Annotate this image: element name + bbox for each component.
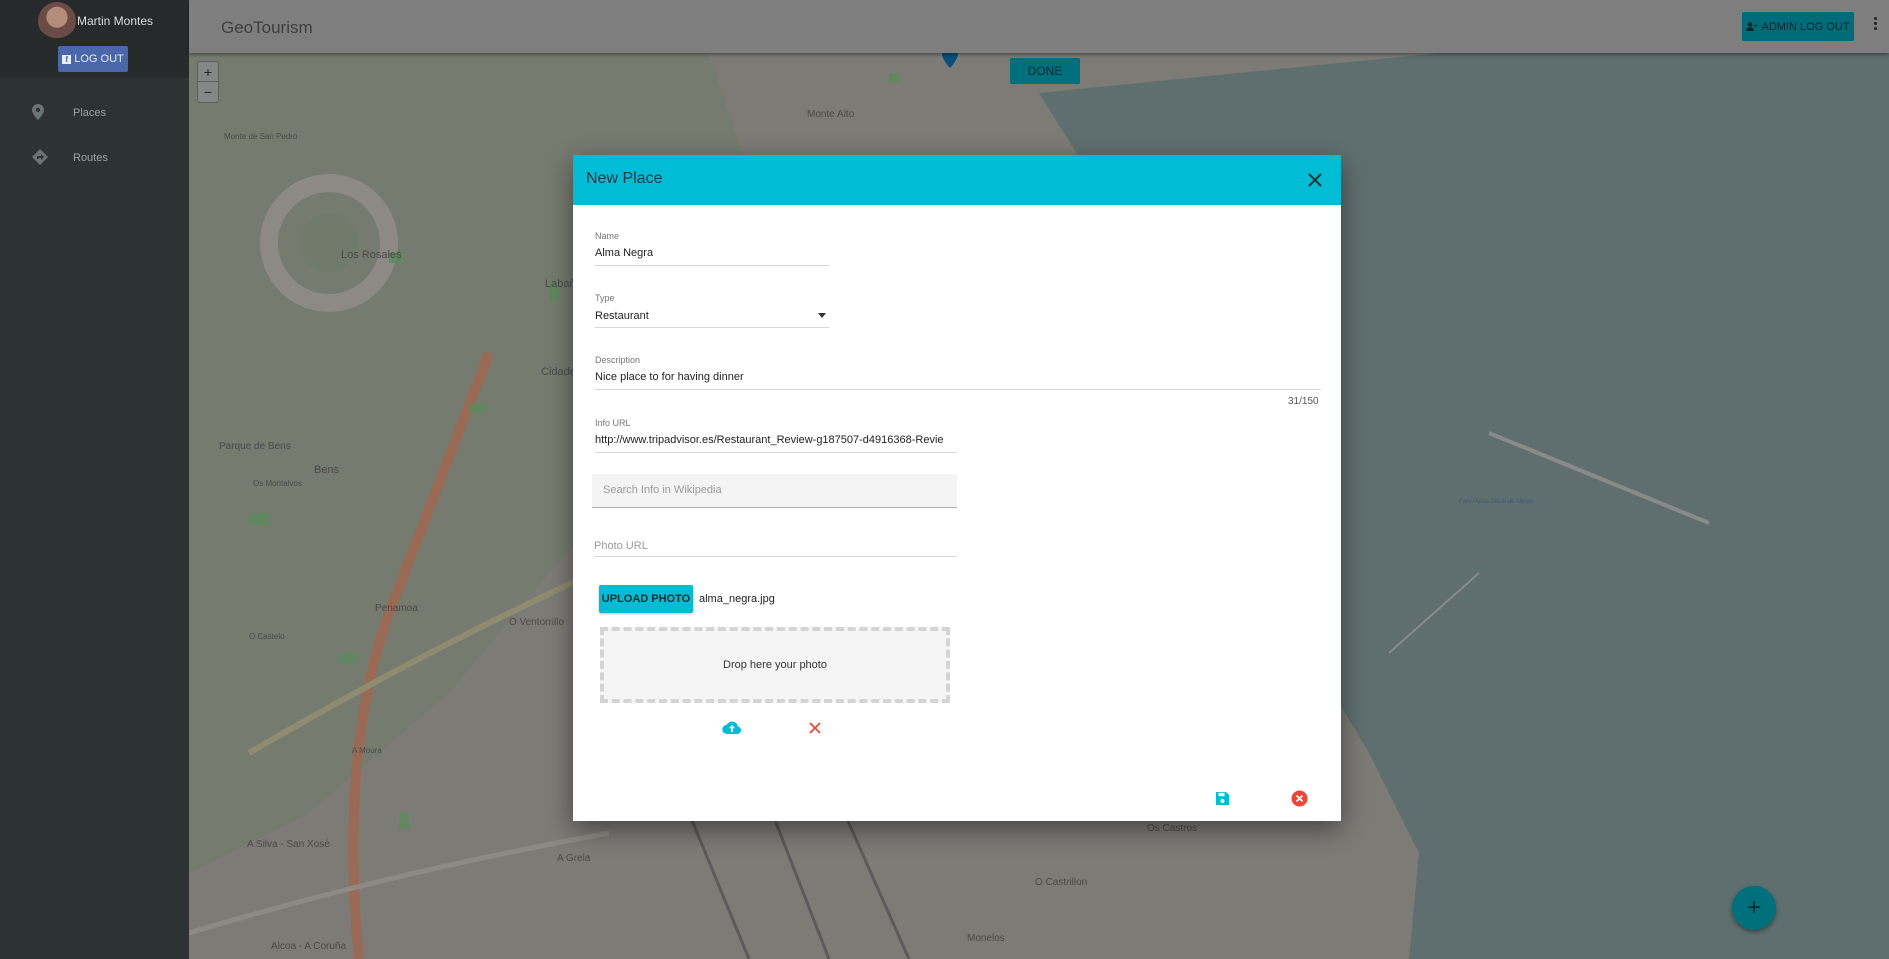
user-name: Martin Montes — [77, 14, 154, 28]
more-vert-icon[interactable] — [1871, 15, 1879, 39]
map-label: Monte de San Pedro — [224, 132, 298, 141]
map-label: A Silva - San Xosé — [247, 839, 330, 850]
map-label: Cidade — [541, 366, 576, 378]
map-label: Monte Alto — [807, 109, 855, 120]
map-label: O Castrillon — [1035, 877, 1087, 888]
wikipedia-search-input[interactable] — [603, 484, 943, 496]
map-label: Labañ — [545, 278, 576, 290]
map-label: Monelos — [967, 933, 1005, 944]
facebook-icon: f — [62, 54, 72, 64]
map-label: Parque de Bens — [219, 441, 291, 452]
description-field[interactable]: Nice place to for having dinner — [595, 371, 744, 383]
info-url-label: Info URL — [595, 418, 631, 428]
spellcheck-word: Nice — [595, 371, 618, 383]
add-place-fab[interactable]: + — [1732, 886, 1776, 930]
photo-url-input[interactable] — [594, 535, 957, 557]
spellcheck-word: having — [677, 371, 710, 383]
cancel-icon[interactable] — [1291, 790, 1308, 807]
sidebar-item-places[interactable]: Places — [0, 93, 189, 133]
map-label: O Ventorrillo — [509, 617, 564, 628]
map-label: Los Rosales — [341, 249, 402, 261]
clear-icon[interactable] — [808, 721, 822, 735]
description-text: place to — [617, 371, 662, 383]
sidebar-item-label: Places — [73, 107, 107, 119]
sidebar: Martin Montes f LOG OUT Places Routes — [0, 0, 189, 959]
dialog-header: New Place — [573, 155, 1341, 205]
new-place-dialog: New Place Name Alma Negra Type Restauran… — [573, 155, 1341, 821]
save-icon[interactable] — [1215, 791, 1230, 806]
top-bar: GeoTourism ADMIN LOG OUT — [189, 0, 1889, 53]
drop-zone-text: Drop here your photo — [723, 659, 827, 671]
sidebar-item-routes[interactable]: Routes — [0, 138, 189, 178]
type-select[interactable]: Restaurant — [595, 310, 649, 322]
map-label: Os Castros — [1147, 823, 1197, 834]
admin-logout-button[interactable]: ADMIN LOG OUT — [1742, 12, 1854, 41]
description-underline — [595, 389, 1321, 390]
app-title: GeoTourism — [221, 18, 313, 37]
admin-logout-label: ADMIN LOG OUT — [1761, 20, 1850, 33]
spellcheck-word: for — [661, 371, 675, 383]
close-icon[interactable] — [1306, 171, 1324, 189]
zoom-in-button[interactable]: + — [198, 62, 218, 82]
character-counter: 31/150 — [1288, 396, 1319, 407]
directions-icon — [32, 148, 48, 168]
map-label: Bens — [314, 464, 340, 476]
map-label: Os Montalvos — [253, 479, 302, 488]
logout-label: LOG OUT — [74, 53, 124, 65]
name-label: Name — [595, 231, 620, 241]
description-label: Description — [595, 355, 641, 365]
zoom-out-button[interactable]: − — [198, 82, 218, 102]
map-label: A Grela — [557, 853, 591, 864]
logout-button[interactable]: f LOG OUT — [58, 46, 128, 72]
map-label: O Castelo — [249, 632, 285, 641]
name-underline — [595, 265, 829, 266]
info-url-underline — [595, 452, 957, 453]
file-name: alma_negra.jpg — [699, 593, 775, 605]
info-url-field[interactable]: http://www.tripadvisor.es/Restaurant_Rev… — [595, 434, 957, 446]
chevron-down-icon[interactable] — [818, 313, 826, 318]
zoom-control: + − — [197, 61, 219, 103]
map-label: Alcoa - A Coruña — [271, 941, 346, 952]
user-panel: Martin Montes f LOG OUT — [0, 0, 189, 78]
name-field[interactable]: Alma Negra — [595, 247, 653, 259]
sidebar-item-label: Routes — [73, 152, 108, 164]
map-marker-icon — [32, 103, 44, 123]
dialog-title: New Place — [586, 170, 663, 187]
type-label: Type — [595, 293, 615, 303]
done-button[interactable]: DONE — [1010, 58, 1080, 84]
map-label: Faro Punta Dique de Abrigo — [1459, 499, 1534, 505]
description-text: dinner — [709, 371, 744, 383]
wikipedia-search-box — [592, 474, 957, 508]
map-label: A Moura — [352, 746, 382, 755]
admin-user-icon — [1746, 22, 1758, 31]
type-underline — [595, 327, 829, 328]
upload-photo-button[interactable]: UPLOAD PHOTO — [599, 585, 693, 613]
avatar — [38, 2, 76, 40]
photo-drop-zone[interactable]: Drop here your photo — [600, 627, 950, 703]
cloud-upload-icon[interactable] — [722, 720, 742, 736]
map-label: Penamoa — [375, 603, 418, 614]
